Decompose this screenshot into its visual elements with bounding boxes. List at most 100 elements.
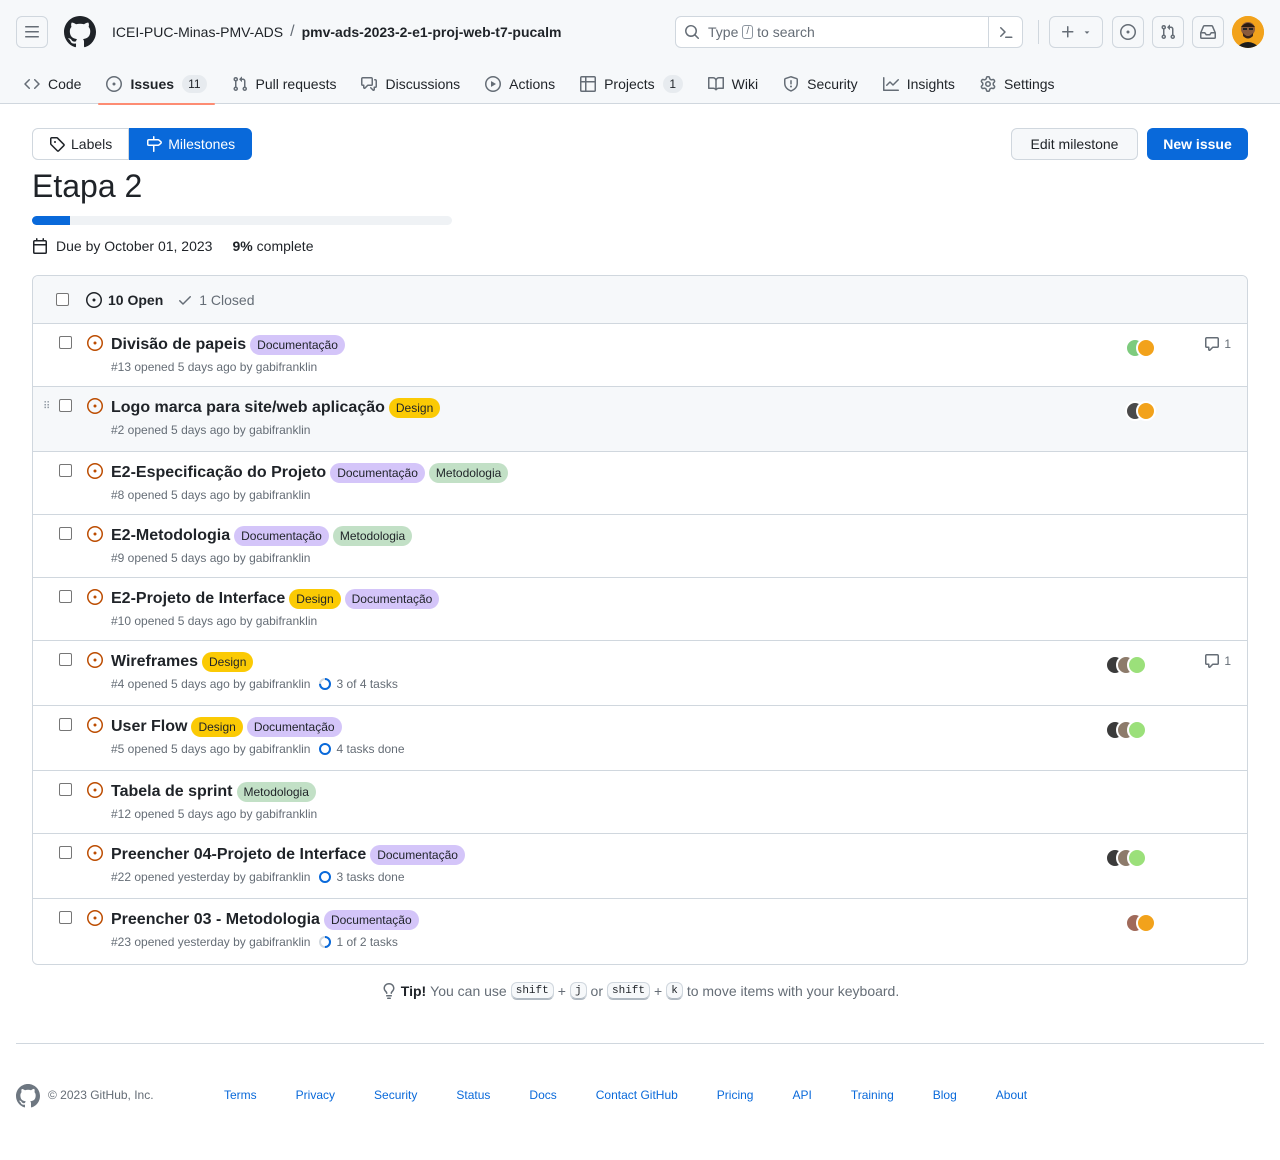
- user-avatar[interactable]: [1232, 16, 1264, 48]
- footer-link-api[interactable]: API: [792, 1088, 811, 1102]
- assignee-avatars[interactable]: [1125, 338, 1156, 358]
- comments-link[interactable]: 1: [1204, 653, 1231, 669]
- issue-label[interactable]: Design: [289, 589, 341, 609]
- search-input[interactable]: Type / to search: [675, 16, 1023, 48]
- avatar[interactable]: [1127, 655, 1147, 675]
- issue-title-link[interactable]: E2-Metodologia: [111, 527, 230, 545]
- issue-label[interactable]: Design: [388, 398, 441, 418]
- tab-insights[interactable]: Insights: [875, 64, 963, 104]
- select-all-checkbox[interactable]: [56, 293, 69, 306]
- issue-checkbox[interactable]: [59, 590, 72, 603]
- assignee-avatars[interactable]: [1105, 720, 1147, 740]
- tab-discussions[interactable]: Discussions: [353, 64, 468, 104]
- repo-owner-link[interactable]: ICEI-PUC-Minas-PMV-ADS: [112, 24, 283, 40]
- issue-row[interactable]: Preencher 04-Projeto de Interface Documen…: [33, 834, 1247, 899]
- drag-handle-icon[interactable]: ⠿: [43, 401, 50, 412]
- issue-row[interactable]: ⠿ Logo marca para site/web aplicação Desig…: [33, 387, 1247, 452]
- tab-code[interactable]: Code: [16, 64, 89, 104]
- issues-shortcut-button[interactable]: [1112, 16, 1144, 48]
- assignee-avatars[interactable]: [1125, 913, 1156, 933]
- footer-link-training[interactable]: Training: [851, 1088, 894, 1102]
- avatar[interactable]: [1127, 848, 1147, 868]
- issue-checkbox[interactable]: [59, 336, 72, 349]
- footer-link-security[interactable]: Security: [374, 1088, 417, 1102]
- tab-actions[interactable]: Actions: [477, 64, 563, 104]
- closed-issues-filter[interactable]: 1 Closed: [177, 292, 255, 308]
- issue-label[interactable]: Documentação: [234, 526, 329, 546]
- issue-label[interactable]: Documentação: [370, 845, 465, 865]
- issue-label[interactable]: Metodologia: [332, 526, 413, 546]
- avatar[interactable]: [1136, 338, 1156, 358]
- issue-row[interactable]: E2-Metodologia Documentação Metodologia #9 …: [33, 515, 1247, 578]
- tab-projects[interactable]: Projects 1: [572, 64, 691, 104]
- tab-security[interactable]: Security: [775, 64, 866, 104]
- footer-link-blog[interactable]: Blog: [933, 1088, 957, 1102]
- issue-checkbox[interactable]: [59, 464, 72, 477]
- footer-link-about[interactable]: About: [996, 1088, 1027, 1102]
- issue-label[interactable]: Documentação: [246, 717, 342, 737]
- issue-title-link[interactable]: Wireframes: [111, 653, 198, 671]
- issue-label[interactable]: Documentação: [344, 589, 440, 609]
- create-new-button[interactable]: [1049, 16, 1103, 48]
- issue-row[interactable]: Wireframes Design #4 opened 5 days ago by …: [33, 641, 1247, 706]
- issue-title-link[interactable]: E2-Especificação do Projeto: [111, 464, 326, 482]
- avatar[interactable]: [1136, 401, 1156, 421]
- github-mark-icon[interactable]: [16, 1084, 40, 1108]
- open-issues-filter[interactable]: 10 Open: [86, 291, 163, 308]
- issue-title-line: Tabela de sprint Metodologia: [111, 779, 1047, 805]
- issue-row[interactable]: Tabela de sprint Metodologia #12 opened 5 …: [33, 771, 1247, 834]
- issue-row[interactable]: Preencher 03 - Metodologia Documentação #2…: [33, 899, 1247, 964]
- issue-title-link[interactable]: Divisão de papeis: [111, 336, 246, 354]
- issue-row[interactable]: User Flow Design Documentação #5 opened 5 d…: [33, 706, 1247, 771]
- comments-link[interactable]: 1: [1204, 336, 1231, 352]
- assignee-avatars[interactable]: [1125, 401, 1156, 421]
- issue-checkbox[interactable]: [59, 846, 72, 859]
- issue-label[interactable]: Documentação: [323, 910, 419, 930]
- issue-row[interactable]: E2-Projeto de Interface Design Documentaçã…: [33, 578, 1247, 641]
- issue-row[interactable]: E2-Especificação do Projeto Documentação M…: [33, 452, 1247, 515]
- footer-link-docs[interactable]: Docs: [529, 1088, 556, 1102]
- issue-checkbox[interactable]: [59, 783, 72, 796]
- issue-label[interactable]: Documentação: [330, 463, 425, 483]
- issue-checkbox[interactable]: [59, 399, 72, 412]
- footer-link-privacy[interactable]: Privacy: [296, 1088, 335, 1102]
- github-logo-icon[interactable]: [64, 16, 96, 48]
- avatar[interactable]: [1136, 913, 1156, 933]
- issue-title-link[interactable]: Logo marca para site/web aplicação: [111, 399, 385, 417]
- labels-link[interactable]: Labels: [32, 128, 130, 160]
- issue-checkbox[interactable]: [59, 653, 72, 666]
- issue-label[interactable]: Metodologia: [428, 463, 509, 483]
- footer-link-contact-github[interactable]: Contact GitHub: [596, 1088, 678, 1102]
- issue-checkbox[interactable]: [59, 527, 72, 540]
- issue-label[interactable]: Metodologia: [236, 782, 316, 802]
- new-issue-button[interactable]: New issue: [1147, 128, 1248, 160]
- issue-label[interactable]: Design: [191, 717, 243, 737]
- issue-title-link[interactable]: User Flow: [111, 718, 187, 736]
- repo-name-link[interactable]: pmv-ads-2023-2-e1-proj-web-t7-pucalm: [302, 24, 562, 40]
- footer-link-status[interactable]: Status: [456, 1088, 490, 1102]
- menu-button[interactable]: [16, 16, 48, 48]
- footer-link-pricing[interactable]: Pricing: [717, 1088, 754, 1102]
- tab-pull-requests[interactable]: Pull requests: [224, 64, 345, 104]
- issue-row[interactable]: Divisão de papeis Documentação #13 opened …: [33, 324, 1247, 387]
- issue-label[interactable]: Design: [202, 652, 254, 672]
- avatar[interactable]: [1127, 720, 1147, 740]
- milestones-link[interactable]: Milestones: [129, 128, 253, 160]
- tab-issues[interactable]: Issues 11: [98, 64, 215, 105]
- issue-title-link[interactable]: Tabela de sprint: [111, 783, 233, 801]
- issue-checkbox[interactable]: [59, 911, 72, 924]
- issue-label[interactable]: Documentação: [250, 335, 345, 355]
- issue-title-link[interactable]: E2-Projeto de Interface: [111, 590, 285, 608]
- issue-checkbox[interactable]: [59, 718, 72, 731]
- pull-requests-shortcut-button[interactable]: [1152, 16, 1184, 48]
- footer-link-terms[interactable]: Terms: [224, 1088, 257, 1102]
- assignee-avatars[interactable]: [1105, 848, 1147, 868]
- issue-title-link[interactable]: Preencher 03 - Metodologia: [111, 911, 320, 929]
- command-palette-button[interactable]: [988, 17, 1022, 47]
- issue-title-link[interactable]: Preencher 04-Projeto de Interface: [111, 846, 366, 864]
- inbox-button[interactable]: [1192, 16, 1224, 48]
- edit-milestone-button[interactable]: Edit milestone: [1011, 128, 1138, 160]
- tab-wiki[interactable]: Wiki: [700, 64, 766, 104]
- tab-settings[interactable]: Settings: [972, 64, 1063, 104]
- assignee-avatars[interactable]: [1105, 655, 1147, 675]
